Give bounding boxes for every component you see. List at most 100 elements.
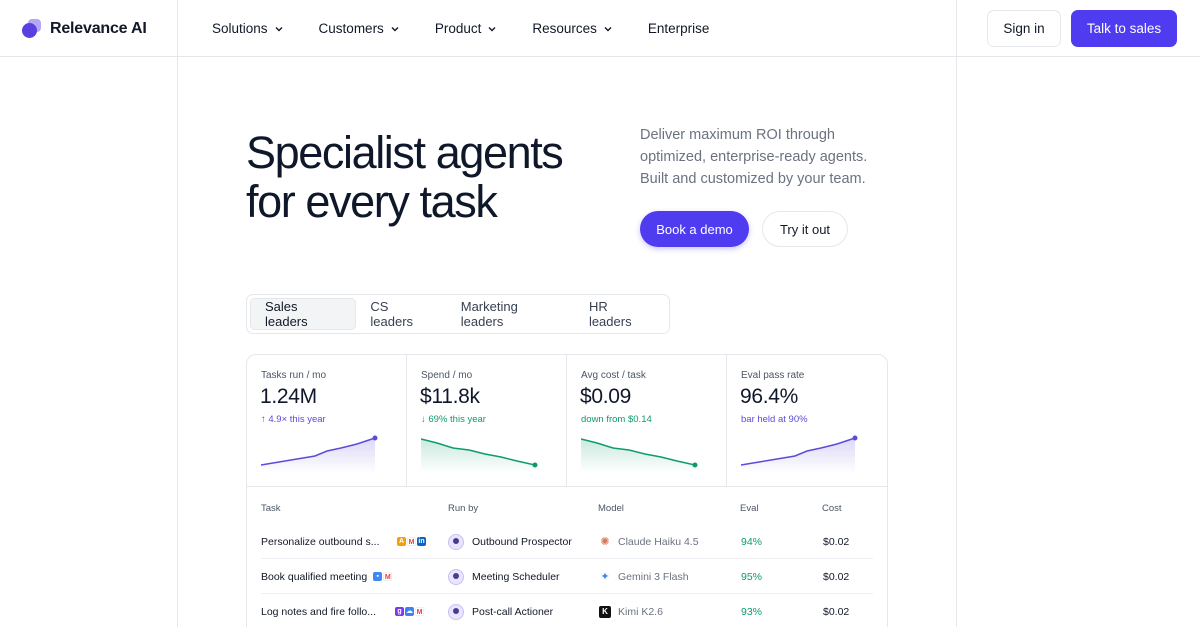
column-header-model: Model bbox=[598, 503, 624, 514]
agent-name: Meeting Scheduler bbox=[472, 570, 560, 583]
chevron-down-icon bbox=[391, 26, 399, 31]
nav-item-resources[interactable]: Resources bbox=[532, 21, 613, 36]
tab-sales-leaders[interactable]: Sales leaders bbox=[250, 298, 357, 330]
task-name: Log notes and fire follo... bbox=[261, 605, 376, 618]
brand-logo[interactable]: Relevance AI bbox=[0, 0, 178, 57]
table-row[interactable]: Personalize outbound s... A M in Outboun… bbox=[261, 524, 873, 559]
model-cell: ✺ Claude Haiku 4.5 bbox=[599, 524, 699, 559]
metric-card-eval: Eval pass rate 96.4% bar held at 90% bbox=[727, 355, 887, 487]
task-cell: Personalize outbound s... A M in bbox=[261, 524, 426, 559]
linkedin-icon: in bbox=[417, 537, 426, 546]
task-name: Book qualified meeting bbox=[261, 570, 368, 583]
column-header-cost: Cost bbox=[822, 503, 842, 514]
hero-subtitle: Deliver maximum ROI through optimized, e… bbox=[640, 127, 868, 187]
try-it-out-button[interactable]: Try it out bbox=[762, 211, 848, 247]
eval-score: 93% bbox=[741, 605, 763, 618]
task-name: Personalize outbound s... bbox=[261, 535, 380, 548]
metric-delta: down from $0.14 bbox=[581, 414, 652, 425]
sparkline-end-point bbox=[372, 435, 378, 441]
gmail-icon: M bbox=[415, 607, 424, 616]
nav-item-enterprise[interactable]: Enterprise bbox=[648, 21, 710, 36]
calendar-icon: ▪ bbox=[373, 572, 383, 581]
nav-item-customers[interactable]: Customers bbox=[319, 21, 400, 36]
nav-item-label: Enterprise bbox=[647, 21, 710, 36]
metric-delta: ↓ 69% this year bbox=[421, 414, 486, 425]
run-by-cell: Outbound Prospector bbox=[448, 524, 572, 559]
agent-avatar bbox=[448, 533, 464, 550]
task-cell: Log notes and fire follo... g ☁ M bbox=[261, 594, 424, 627]
integration-icons: A M in bbox=[397, 537, 426, 546]
sparkline-chart bbox=[581, 438, 698, 473]
main-menu: Solutions Customers Product Resources En… bbox=[212, 0, 744, 57]
model-name: Claude Haiku 4.5 bbox=[618, 535, 699, 548]
chevron-down-icon bbox=[488, 26, 496, 31]
metric-delta: bar held at 90% bbox=[741, 414, 808, 425]
metric-value: 1.24M bbox=[260, 385, 317, 408]
column-header-task: Task bbox=[261, 503, 281, 514]
sparkline-end-point bbox=[692, 462, 698, 468]
table-row[interactable]: Book qualified meeting ▪ M Meeting Sched… bbox=[261, 559, 873, 594]
metric-label: Spend / mo bbox=[421, 370, 473, 381]
nav-item-solutions[interactable]: Solutions bbox=[212, 21, 284, 36]
metric-value: $11.8k bbox=[420, 385, 480, 408]
eval-score: 94% bbox=[741, 535, 763, 548]
table-row[interactable]: Log notes and fire follo... g ☁ M Post-c… bbox=[261, 594, 873, 627]
eval-score: 95% bbox=[741, 570, 763, 583]
nav-item-label: Resources bbox=[532, 21, 597, 36]
agent-name: Outbound Prospector bbox=[472, 535, 572, 548]
gmail-icon: M bbox=[407, 537, 416, 546]
top-navigation: Relevance AI Solutions Customers Product… bbox=[0, 0, 1200, 57]
nav-item-label: Customers bbox=[318, 21, 384, 36]
agent-avatar bbox=[448, 568, 464, 585]
model-cell: ✦ Gemini 3 Flash bbox=[599, 559, 689, 594]
cost-value: $0.02 bbox=[823, 570, 850, 583]
tab-cs-leaders[interactable]: CS leaders bbox=[356, 298, 446, 330]
metric-card-tasks: Tasks run / mo 1.24M ↑ 4.9× this year bbox=[247, 355, 407, 487]
tab-marketing-leaders[interactable]: Marketing leaders bbox=[447, 298, 575, 330]
talk-to-sales-button[interactable]: Talk to sales bbox=[1071, 10, 1177, 47]
task-cell: Book qualified meeting ▪ M bbox=[261, 559, 393, 594]
kimi-icon: K bbox=[599, 605, 611, 618]
metric-delta: ↑ 4.9× this year bbox=[261, 414, 326, 425]
left-divider bbox=[177, 57, 178, 627]
metric-card-avg-cost: Avg cost / task $0.09 down from $0.14 bbox=[567, 355, 727, 487]
column-header-eval: Eval bbox=[740, 503, 759, 514]
hero-title: Specialist agents for every task bbox=[246, 128, 626, 226]
model-name: Gemini 3 Flash bbox=[618, 570, 689, 583]
integration-icons: ▪ M bbox=[373, 572, 393, 581]
metric-card-spend: Spend / mo $11.8k ↓ 69% this year bbox=[407, 355, 567, 487]
sign-in-button[interactable]: Sign in bbox=[987, 10, 1061, 47]
nav-actions: Sign in Talk to sales bbox=[956, 0, 1200, 57]
salesforce-icon: ☁ bbox=[405, 607, 414, 616]
gemini-icon: ✦ bbox=[600, 571, 610, 583]
agent-avatar bbox=[448, 603, 464, 620]
sparkline-end-point bbox=[532, 462, 538, 468]
metric-value: $0.09 bbox=[580, 385, 632, 408]
nav-item-label: Product bbox=[434, 21, 482, 36]
run-by-cell: Meeting Scheduler bbox=[448, 559, 560, 594]
sparkline-chart bbox=[421, 438, 538, 473]
metric-label: Tasks run / mo bbox=[261, 370, 327, 381]
metrics-row: Tasks run / mo 1.24M ↑ 4.9× this year Sp… bbox=[247, 355, 887, 487]
cost-value: $0.02 bbox=[823, 535, 850, 548]
chevron-down-icon bbox=[604, 26, 612, 31]
nav-item-product[interactable]: Product bbox=[435, 21, 498, 36]
run-by-cell: Post-call Actioner bbox=[448, 594, 553, 627]
hero-title-line-1: Specialist agents bbox=[246, 127, 564, 178]
book-demo-button[interactable]: Book a demo bbox=[640, 211, 749, 247]
hero-title-line-2: for every task bbox=[246, 176, 498, 227]
sparkline-chart bbox=[741, 435, 858, 473]
persona-tabs: Sales leaders CS leaders Marketing leade… bbox=[246, 294, 670, 334]
sparkline-end-point bbox=[852, 435, 858, 441]
claude-icon: ✺ bbox=[600, 536, 610, 548]
metric-label: Avg cost / task bbox=[581, 370, 646, 381]
metric-label: Eval pass rate bbox=[741, 370, 805, 381]
gmail-icon: M bbox=[383, 572, 393, 581]
chevron-down-icon bbox=[275, 26, 283, 31]
nav-item-label: Solutions bbox=[212, 21, 268, 36]
right-divider bbox=[956, 57, 957, 627]
apollo-icon: A bbox=[397, 537, 406, 546]
integration-icons: g ☁ M bbox=[395, 607, 424, 616]
tab-hr-leaders[interactable]: HR leaders bbox=[575, 298, 666, 330]
column-header-run-by: Run by bbox=[448, 503, 479, 514]
